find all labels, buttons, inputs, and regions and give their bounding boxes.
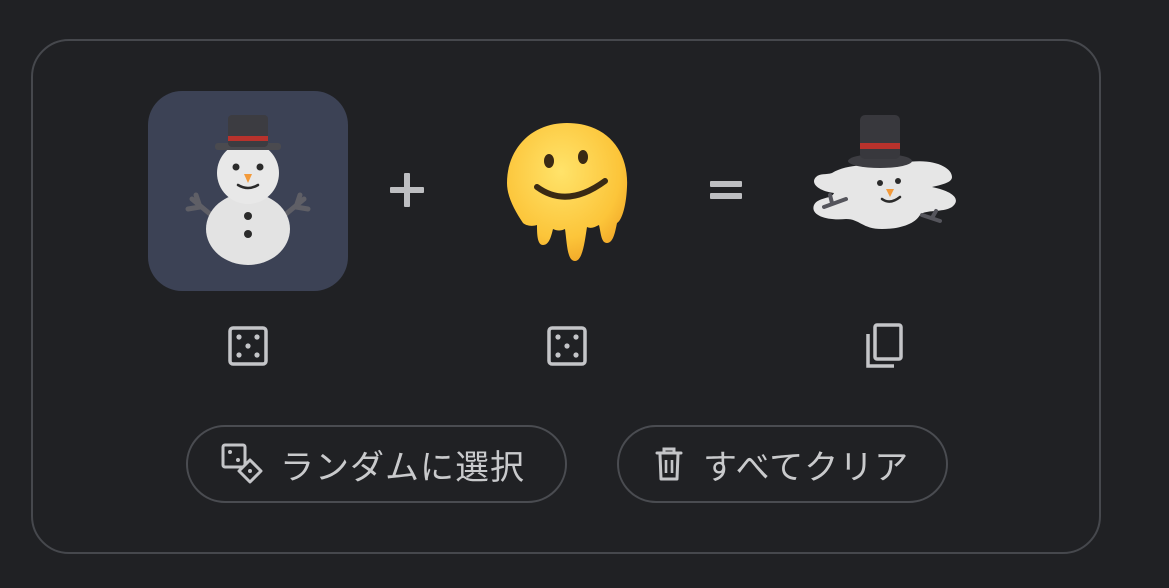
plus-icon: [390, 173, 424, 207]
random-select-label: ランダムに選択: [280, 447, 525, 488]
plus-operator: [382, 165, 432, 215]
clear-all-button[interactable]: すべてクリア: [617, 425, 948, 503]
trash-icon: [655, 447, 683, 481]
melting-face-emoji: [507, 123, 628, 261]
snowman-emoji: [185, 115, 311, 265]
clear-all-label: すべてクリア: [703, 447, 910, 488]
dice-pair-icon: [221, 443, 263, 484]
left-emoji-slot[interactable]: [148, 91, 348, 291]
equals-operator: [701, 165, 751, 215]
dice-icon: [547, 326, 587, 366]
copy-icon: [866, 323, 903, 368]
left-randomize-button[interactable]: [224, 322, 272, 370]
result-emoji-slot[interactable]: [787, 91, 987, 291]
right-randomize-button[interactable]: [543, 322, 591, 370]
dice-icon: [228, 326, 268, 366]
copy-button[interactable]: [858, 322, 906, 370]
melting-snowman-mashup: [813, 115, 956, 229]
random-select-button[interactable]: ランダムに選択: [186, 425, 567, 503]
equals-icon: [710, 181, 742, 199]
right-emoji-slot[interactable]: [467, 91, 667, 291]
